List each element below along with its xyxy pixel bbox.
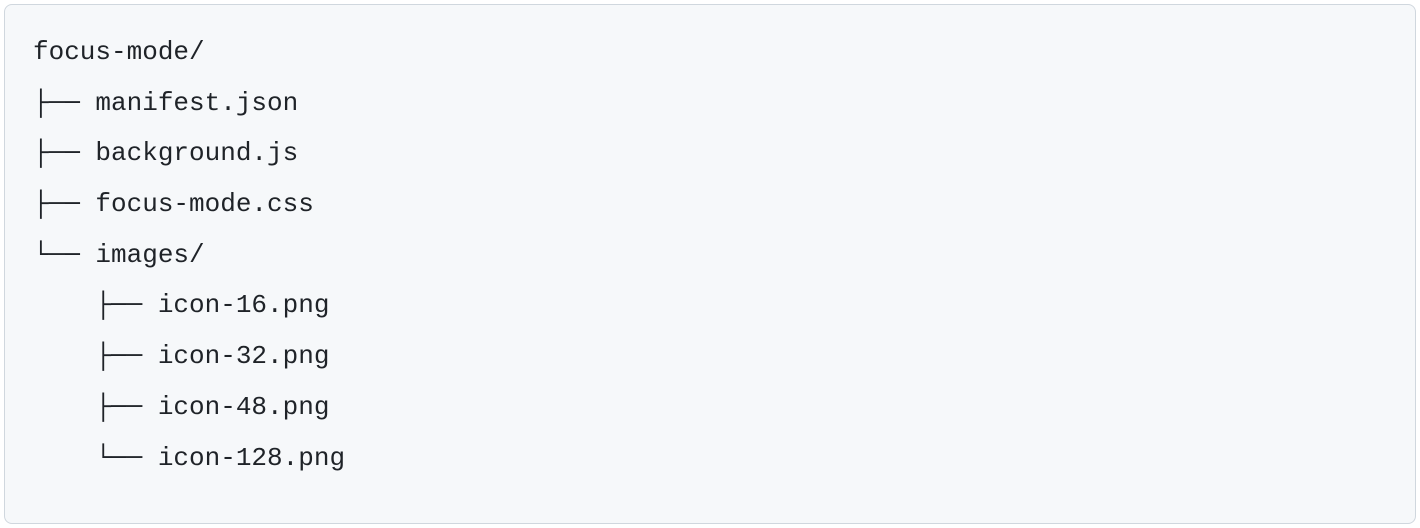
tree-line: ├── focus-mode.css <box>33 189 314 219</box>
tree-line: ├── manifest.json <box>33 88 298 118</box>
tree-line: └── images/ <box>33 240 205 270</box>
tree-line: focus-mode/ <box>33 37 205 67</box>
file-tree-block: focus-mode/ ├── manifest.json ├── backgr… <box>4 4 1416 524</box>
tree-line: └── icon-128.png <box>33 443 345 473</box>
tree-line: ├── icon-48.png <box>33 392 329 422</box>
tree-line: ├── icon-16.png <box>33 290 329 320</box>
tree-line: ├── background.js <box>33 138 298 168</box>
tree-line: ├── icon-32.png <box>33 341 329 371</box>
file-tree: focus-mode/ ├── manifest.json ├── backgr… <box>33 27 1387 483</box>
